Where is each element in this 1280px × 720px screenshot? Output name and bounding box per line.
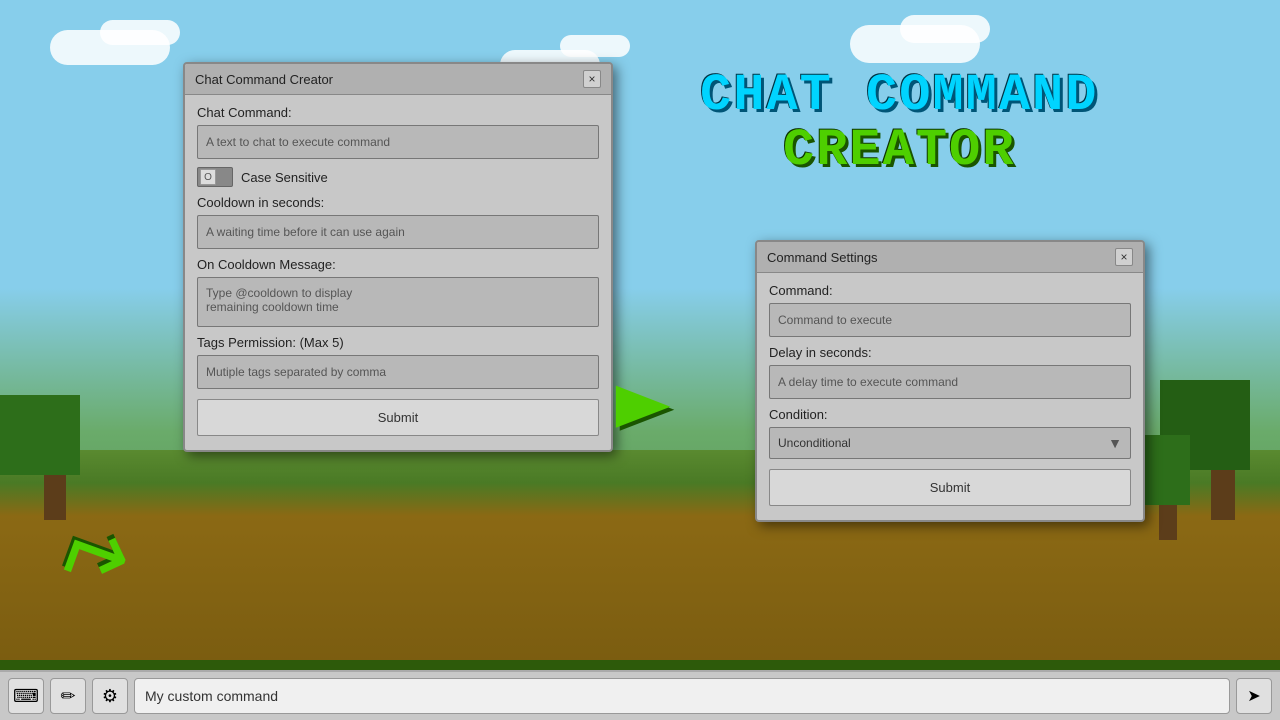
dialog-right-body: Command: Command to execute Delay in sec… bbox=[757, 273, 1143, 520]
dialog-right-title: Command Settings bbox=[767, 250, 878, 265]
command-label: Command: bbox=[769, 283, 1131, 298]
dialog-left-body: Chat Command: A text to chat to execute … bbox=[185, 95, 611, 450]
ground-dark bbox=[0, 660, 1280, 670]
title-line1: CHAT COMMAND bbox=[700, 70, 1098, 122]
chat-command-creator-dialog: Chat Command Creator × Chat Command: A t… bbox=[183, 62, 613, 452]
toolbar-text-display[interactable]: My custom command bbox=[134, 678, 1230, 714]
command-settings-dialog: Command Settings × Command: Command to e… bbox=[755, 240, 1145, 522]
on-cooldown-label: On Cooldown Message: bbox=[197, 257, 599, 272]
tags-label: Tags Permission: (Max 5) bbox=[197, 335, 599, 350]
toolbar: ⌨ ✏ ⚙ My custom command ➤ bbox=[0, 670, 1280, 720]
condition-label: Condition: bbox=[769, 407, 1131, 422]
arrow-right: ▶ bbox=[616, 370, 671, 434]
toolbar-input-value: My custom command bbox=[145, 688, 278, 704]
cloud-6 bbox=[900, 15, 990, 43]
dialog-right-close[interactable]: × bbox=[1115, 248, 1133, 266]
dialog-left-title: Chat Command Creator bbox=[195, 72, 333, 87]
pencil-icon: ✏ bbox=[60, 686, 75, 707]
dropdown-arrow-icon: ▼ bbox=[1108, 435, 1122, 451]
pencil-icon-button[interactable]: ✏ bbox=[50, 678, 86, 714]
title-banner: CHAT COMMAND CREATOR bbox=[700, 70, 1098, 179]
chat-command-input[interactable]: A text to chat to execute command bbox=[197, 125, 599, 159]
left-submit-button[interactable]: Submit bbox=[197, 399, 599, 436]
command-input[interactable]: Command to execute bbox=[769, 303, 1131, 337]
condition-value: Unconditional bbox=[778, 436, 851, 450]
case-sensitive-label: Case Sensitive bbox=[241, 170, 328, 185]
send-icon: ➤ bbox=[1247, 686, 1260, 706]
gear-icon-button[interactable]: ⚙ bbox=[92, 678, 128, 714]
dialog-left-close[interactable]: × bbox=[583, 70, 601, 88]
on-cooldown-input[interactable]: Type @cooldown to display remaining cool… bbox=[197, 277, 599, 327]
title-line2: CREATOR bbox=[700, 122, 1098, 179]
cloud-4 bbox=[560, 35, 630, 57]
keyboard-icon-button[interactable]: ⌨ bbox=[8, 678, 44, 714]
case-sensitive-row: O Case Sensitive bbox=[197, 167, 599, 187]
dialog-left-titlebar: Chat Command Creator × bbox=[185, 64, 611, 95]
cooldown-label: Cooldown in seconds: bbox=[197, 195, 599, 210]
keyboard-icon: ⌨ bbox=[13, 686, 39, 707]
gear-icon: ⚙ bbox=[102, 686, 118, 707]
tree-2 bbox=[1195, 380, 1250, 520]
right-submit-button[interactable]: Submit bbox=[769, 469, 1131, 506]
condition-dropdown[interactable]: Unconditional ▼ bbox=[769, 427, 1131, 459]
send-button[interactable]: ➤ bbox=[1236, 678, 1272, 714]
case-sensitive-toggle[interactable]: O bbox=[197, 167, 233, 187]
cooldown-input[interactable]: A waiting time before it can use again bbox=[197, 215, 599, 249]
dialog-right-titlebar: Command Settings × bbox=[757, 242, 1143, 273]
toggle-knob: O bbox=[200, 169, 216, 185]
chat-command-label: Chat Command: bbox=[197, 105, 599, 120]
tags-input[interactable]: Mutiple tags separated by comma bbox=[197, 355, 599, 389]
delay-input[interactable]: A delay time to execute command bbox=[769, 365, 1131, 399]
delay-label: Delay in seconds: bbox=[769, 345, 1131, 360]
tree-3 bbox=[1145, 435, 1190, 540]
cloud-2 bbox=[100, 20, 180, 45]
